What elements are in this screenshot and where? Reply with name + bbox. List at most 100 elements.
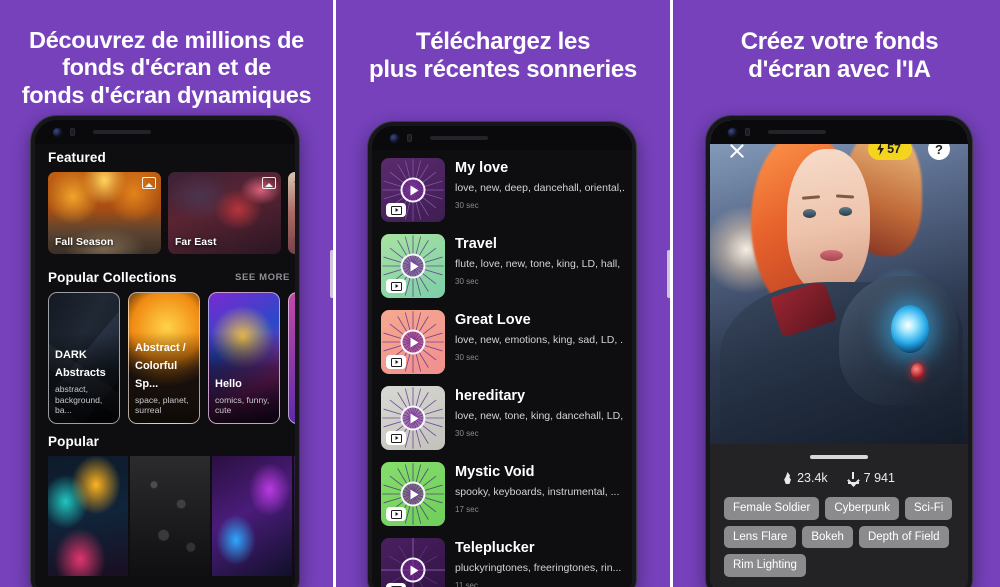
collection-tags: comics, funny, cute bbox=[215, 394, 270, 416]
ringtone-tags: love, new, emotions, king, sad, LD, ... bbox=[455, 334, 624, 347]
featured-carousel[interactable]: Fall Season Far East Tu int Try bbox=[48, 172, 295, 254]
phone-mockup-ringtones: My love love, new, deep, dancehall, orie… bbox=[368, 122, 636, 587]
ringtone-duration: 30 sec bbox=[455, 201, 479, 211]
ringtone-thumbnail[interactable] bbox=[381, 462, 445, 526]
panel-wallpapers: Découvrez de millions de fonds d'écran e… bbox=[0, 0, 333, 587]
popular-collections-header: Popular Collections SEE MORE bbox=[48, 270, 290, 285]
popular-wallpaper-2[interactable] bbox=[130, 456, 210, 576]
list-item[interactable]: Teleplucker pluckyringtones, freerington… bbox=[372, 532, 632, 587]
ringtone-list[interactable]: My love love, new, deep, dancehall, orie… bbox=[372, 152, 632, 587]
ringtone-duration: 30 sec bbox=[455, 353, 479, 363]
panel-headline-wallpapers: Découvrez de millions de fonds d'écran e… bbox=[21, 27, 312, 108]
featured-card-label: Far East bbox=[175, 236, 217, 248]
ringtone-tags: love, new, deep, dancehall, oriental,... bbox=[455, 182, 624, 195]
earpiece-speaker bbox=[93, 130, 151, 134]
play-icon[interactable] bbox=[400, 329, 426, 355]
earpiece-speaker bbox=[768, 130, 826, 134]
ringtone-meta: Travel flute, love, new, tone, king, LD,… bbox=[445, 234, 624, 286]
play-icon[interactable] bbox=[400, 557, 426, 583]
ringtone-thumbnail[interactable] bbox=[381, 386, 445, 450]
credits-count: 57 bbox=[887, 142, 901, 156]
sheet-grabber[interactable] bbox=[810, 455, 868, 459]
list-item[interactable]: Great Love love, new, emotions, king, sa… bbox=[372, 304, 632, 380]
collection-card-partial[interactable] bbox=[288, 292, 295, 424]
play-icon[interactable] bbox=[400, 405, 426, 431]
ringtone-duration: 30 sec bbox=[455, 277, 479, 287]
front-camera-icon bbox=[53, 127, 62, 137]
earpiece-speaker bbox=[430, 136, 488, 140]
popular-collections-carousel[interactable]: DARK Abstracts abstract, background, ba.… bbox=[48, 292, 295, 424]
prompt-tag-chip[interactable]: Bokeh bbox=[802, 525, 853, 549]
prompt-tag-chip[interactable]: Sci-Fi bbox=[904, 497, 953, 520]
play-icon[interactable] bbox=[400, 253, 426, 279]
collection-card-hello[interactable]: Hello comics, funny, cute bbox=[208, 292, 280, 424]
ringtone-thumbnail[interactable] bbox=[381, 538, 445, 587]
youtube-icon bbox=[386, 507, 406, 521]
play-icon[interactable] bbox=[400, 481, 426, 507]
ringtone-meta: hereditary love, new, tone, king, danceh… bbox=[445, 386, 624, 438]
sensor-icon bbox=[745, 128, 750, 136]
scroll-indicator[interactable] bbox=[330, 250, 333, 298]
panel-ai-wallpaper: Créez votre fonds d'écran avec l'IA 57 ?… bbox=[673, 0, 1000, 587]
featured-card-label: Fall Season bbox=[55, 236, 114, 248]
ringtone-tags: spooky, keyboards, instrumental, ... bbox=[455, 486, 620, 499]
collection-name: Hello bbox=[215, 377, 242, 390]
prompt-tag-chip[interactable]: Lens Flare bbox=[724, 525, 797, 549]
popular-wallpaper-1[interactable] bbox=[48, 456, 128, 576]
scroll-indicator[interactable] bbox=[667, 250, 670, 298]
ringtone-meta: Great Love love, new, emotions, king, sa… bbox=[445, 310, 624, 362]
ringtone-tags: pluckyringtones, freeringtones, rin... bbox=[455, 562, 622, 575]
front-camera-icon bbox=[728, 127, 737, 137]
collection-card-abstract-colorful[interactable]: Abstract / Colorful Sp... space, planet,… bbox=[128, 292, 200, 424]
ringtone-duration: 17 sec bbox=[455, 505, 479, 515]
prompt-tag-chip[interactable]: Cyberpunk bbox=[825, 497, 899, 520]
sensor-icon bbox=[407, 134, 412, 142]
collection-card-dark-abstracts[interactable]: DARK Abstracts abstract, background, ba.… bbox=[48, 292, 120, 424]
ai-image-brow-right bbox=[836, 193, 855, 199]
ringtone-thumbnail[interactable] bbox=[381, 310, 445, 374]
image-icon bbox=[142, 177, 156, 189]
popular-collections-title: Popular Collections bbox=[48, 270, 177, 285]
ringtone-thumbnail[interactable] bbox=[381, 158, 445, 222]
popular-wallpaper-4[interactable] bbox=[294, 456, 295, 576]
play-icon[interactable] bbox=[400, 177, 426, 203]
ai-image-face bbox=[787, 149, 870, 292]
prompt-tag-list: Female Soldier Cyberpunk Sci-Fi Lens Fla… bbox=[710, 485, 968, 577]
list-item[interactable]: Mystic Void spooky, keyboards, instrumen… bbox=[372, 456, 632, 532]
featured-section-title: Featured bbox=[48, 150, 106, 165]
featured-card-far-east[interactable]: Far East bbox=[168, 172, 281, 254]
youtube-icon bbox=[386, 583, 406, 587]
ringtone-title: Great Love bbox=[455, 312, 531, 328]
front-camera-icon bbox=[390, 133, 399, 143]
collection-card-text: Hello comics, funny, cute bbox=[215, 374, 274, 416]
list-item[interactable]: Travel flute, love, new, tone, king, LD,… bbox=[372, 228, 632, 304]
ringtone-title: Mystic Void bbox=[455, 464, 535, 480]
list-item[interactable]: hereditary love, new, tone, king, danceh… bbox=[372, 380, 632, 456]
collection-tags: space, planet, surreal bbox=[135, 394, 189, 416]
prompt-tag-chip[interactable]: Rim Lighting bbox=[724, 554, 806, 577]
popular-grid[interactable] bbox=[48, 456, 295, 576]
ringtone-meta: My love love, new, deep, dancehall, orie… bbox=[445, 158, 624, 210]
collection-card-text: DARK Abstracts abstract, background, ba.… bbox=[55, 345, 114, 416]
panel-headline-ai: Créez votre fonds d'écran avec l'IA bbox=[740, 28, 939, 83]
popular-wallpaper-3[interactable] bbox=[212, 456, 292, 576]
ringtone-meta: Teleplucker pluckyringtones, freerington… bbox=[445, 538, 624, 587]
likes-stat: 23.4k bbox=[783, 471, 828, 485]
panel-headline-ringtones: Téléchargez les plus récentes sonneries bbox=[369, 28, 637, 83]
list-item[interactable]: My love love, new, deep, dancehall, orie… bbox=[372, 152, 632, 228]
ringtone-thumbnail[interactable] bbox=[381, 234, 445, 298]
see-more-button[interactable]: SEE MORE bbox=[235, 272, 290, 283]
bolt-icon bbox=[877, 142, 885, 156]
sensor-icon bbox=[70, 128, 75, 136]
downloads-count: 7 941 bbox=[863, 471, 895, 485]
collection-tags: abstract, background, ba... bbox=[55, 383, 103, 416]
phone-mockup-ai: 57 ? 23.4k 7 941 Female Soldier Cyberpun… bbox=[706, 116, 972, 587]
featured-card-fall-season[interactable]: Fall Season bbox=[48, 172, 161, 254]
ai-wallpaper-preview[interactable]: 57 ? bbox=[710, 120, 968, 444]
featured-card-try[interactable]: Tu int Try bbox=[288, 172, 295, 254]
download-icon bbox=[847, 472, 859, 484]
phone-screen-ringtones: My love love, new, deep, dancehall, orie… bbox=[372, 126, 632, 587]
prompt-tag-chip[interactable]: Depth of Field bbox=[858, 525, 949, 549]
prompt-tag-chip[interactable]: Female Soldier bbox=[724, 497, 820, 520]
ringtone-meta: Mystic Void spooky, keyboards, instrumen… bbox=[445, 462, 624, 514]
